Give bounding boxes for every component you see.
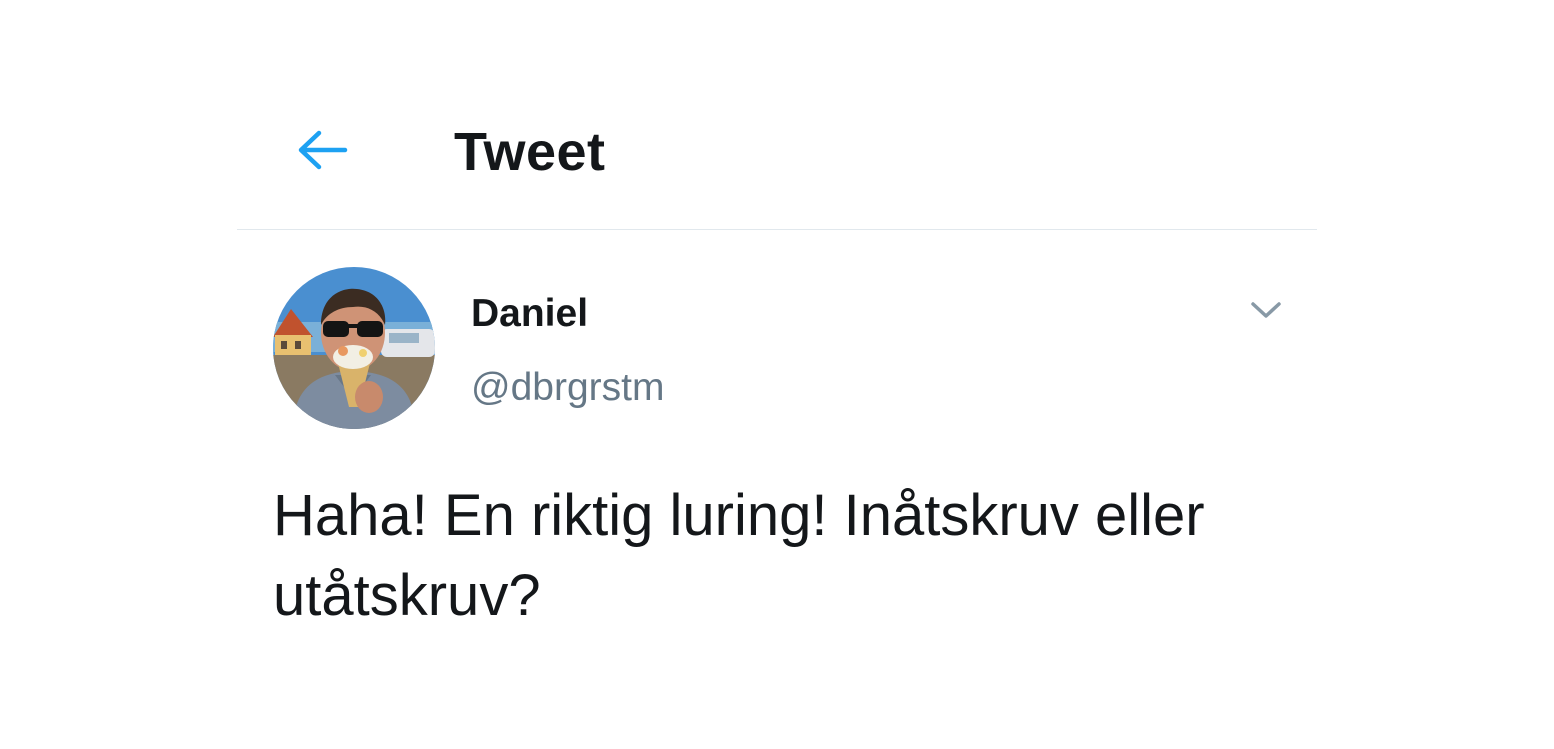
tweet-text: Haha! En riktig luring! Inåtskruv eller … [273, 483, 1205, 628]
header-divider [237, 229, 1317, 230]
arrow-left-icon [295, 128, 349, 177]
back-button[interactable] [287, 120, 357, 184]
header-bar: Tweet [237, 90, 1317, 230]
author-display-name[interactable]: Daniel [471, 290, 588, 338]
page-title: Tweet [454, 122, 606, 182]
tweet-menu-button[interactable] [1240, 290, 1292, 334]
author-handle[interactable]: @dbrgrstm [471, 364, 664, 412]
chevron-down-icon [1250, 300, 1282, 325]
avatar[interactable] [273, 267, 435, 429]
